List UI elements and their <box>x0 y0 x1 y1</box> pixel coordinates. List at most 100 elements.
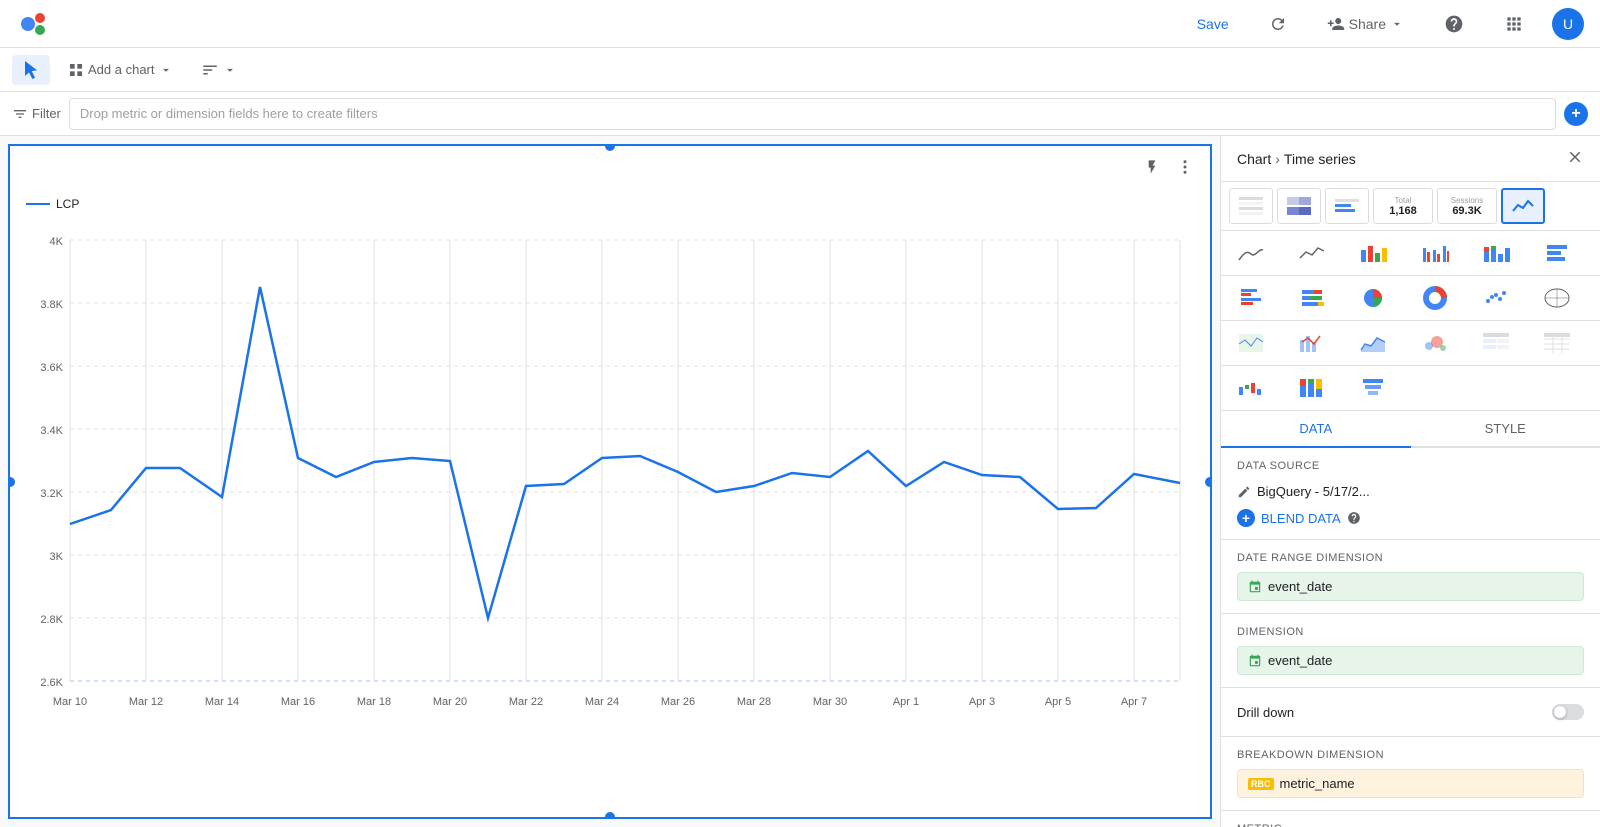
cursor-tool[interactable] <box>12 55 50 85</box>
ct-map[interactable] <box>1535 280 1579 316</box>
topbar: Save Share U <box>0 0 1600 48</box>
chart-type-row5 <box>1221 366 1600 411</box>
chart-more-button[interactable] <box>1172 154 1198 185</box>
breakdown-chip[interactable]: RBC metric_name <box>1237 769 1584 798</box>
ct-line2[interactable] <box>1290 235 1334 271</box>
data-source-label: Data source <box>1237 460 1584 472</box>
looker-studio-logo <box>16 6 52 42</box>
panel-header: Chart › Time series <box>1221 136 1600 182</box>
chart-type-row4 <box>1221 321 1600 366</box>
dimension-label: Dimension <box>1237 626 1584 638</box>
toggle-knob <box>1554 706 1566 718</box>
drill-down-label: Drill down <box>1237 705 1294 720</box>
drill-down-toggle[interactable] <box>1552 704 1584 720</box>
svg-text:Mar 26: Mar 26 <box>661 696 695 708</box>
chart-type-table-bar[interactable] <box>1325 188 1369 224</box>
svg-text:2.6K: 2.6K <box>40 677 63 689</box>
svg-text:Mar 18: Mar 18 <box>357 696 391 708</box>
ct-funnel[interactable] <box>1351 370 1395 406</box>
drill-down-row: Drill down <box>1237 700 1584 724</box>
rbc-badge: RBC <box>1248 778 1274 790</box>
right-panel: Chart › Time series Total 1,168 <box>1220 136 1600 827</box>
panel-tabs: DATA STYLE <box>1221 411 1600 448</box>
chart-type-scorecard-total[interactable]: Total 1,168 <box>1373 188 1433 224</box>
add-chart-button[interactable]: Add a chart <box>58 56 183 84</box>
breadcrumb-type: Time series <box>1284 151 1356 167</box>
ct-waterfall[interactable] <box>1229 370 1273 406</box>
apps-button[interactable] <box>1492 8 1536 40</box>
svg-text:3K: 3K <box>50 551 64 563</box>
toolbar: Add a chart <box>0 48 1600 92</box>
ct-h-grouped[interactable] <box>1229 280 1273 316</box>
svg-text:Mar 24: Mar 24 <box>585 696 619 708</box>
refresh-button[interactable] <box>1257 9 1299 39</box>
legend-label: LCP <box>56 197 79 211</box>
ct-bar[interactable] <box>1351 235 1395 271</box>
resize-handle-bottom[interactable] <box>605 812 615 819</box>
filter-label: Filter <box>12 106 61 122</box>
ct-table2[interactable] <box>1535 325 1579 361</box>
drill-down-section: Drill down <box>1221 688 1600 737</box>
dimension-section: Dimension event_date <box>1221 614 1600 688</box>
ct-geo[interactable] <box>1229 325 1273 361</box>
date-range-chip[interactable]: event_date <box>1237 572 1584 601</box>
date-range-section: Date Range Dimension event_date <box>1221 540 1600 614</box>
save-button[interactable]: Save <box>1185 10 1241 38</box>
tab-style[interactable]: STYLE <box>1411 411 1600 448</box>
datasource-row: BigQuery - 5/17/2... <box>1237 480 1584 503</box>
filter-drop-zone[interactable]: Drop metric or dimension fields here to … <box>69 98 1556 130</box>
svg-text:3.4K: 3.4K <box>40 425 63 437</box>
date-range-label: Date Range Dimension <box>1237 552 1584 564</box>
ct-bubble[interactable] <box>1413 325 1457 361</box>
add-chart-label: Add a chart <box>88 62 155 77</box>
controls-button[interactable] <box>191 55 247 85</box>
add-filter-button[interactable]: + <box>1564 102 1588 126</box>
ct-stacked-bar[interactable] <box>1474 235 1518 271</box>
ct-grouped-bar[interactable] <box>1413 235 1457 271</box>
ct-table-pivot[interactable] <box>1474 325 1518 361</box>
svg-text:Mar 16: Mar 16 <box>281 696 315 708</box>
chart-type-table-grouped[interactable] <box>1229 188 1273 224</box>
add-collaborator-button[interactable]: Share <box>1315 9 1416 39</box>
ct-scatter[interactable] <box>1474 280 1518 316</box>
chart-lightning-button[interactable] <box>1140 155 1164 184</box>
date-range-value: event_date <box>1268 579 1332 594</box>
data-source-section: Data source BigQuery - 5/17/2... + BLEND… <box>1221 448 1600 540</box>
ct-pie[interactable] <box>1351 280 1395 316</box>
ct-horizontal-bar[interactable] <box>1535 235 1579 271</box>
help-button[interactable] <box>1432 8 1476 40</box>
chart-type-table-heatmap[interactable] <box>1277 188 1321 224</box>
svg-text:Apr 7: Apr 7 <box>1121 696 1147 708</box>
ct-bar-line[interactable] <box>1290 325 1334 361</box>
ct-smooth-line[interactable] <box>1229 235 1273 271</box>
svg-text:Mar 22: Mar 22 <box>509 696 543 708</box>
ct-100-stacked[interactable] <box>1290 370 1334 406</box>
dimension-chip[interactable]: event_date <box>1237 646 1584 675</box>
svg-text:3.2K: 3.2K <box>40 488 63 500</box>
breakdown-section: Breakdown Dimension RBC metric_name <box>1221 737 1600 811</box>
metric-section: Metric SUM p75 <box>1221 811 1600 827</box>
chart-type-scorecard-sessions[interactable]: Sessions 69.3K <box>1437 188 1497 224</box>
avatar[interactable]: U <box>1552 8 1584 40</box>
chart-area: LCP 4K 3.8K 3.6K 3.4K 3.2K 3K 2.8K 2.6K <box>8 144 1212 819</box>
topbar-left <box>16 6 52 42</box>
resize-handle-right[interactable] <box>1205 477 1212 487</box>
svg-text:2.8K: 2.8K <box>40 614 63 626</box>
panel-close-button[interactable] <box>1566 148 1584 169</box>
svg-text:Mar 12: Mar 12 <box>129 696 163 708</box>
svg-text:Mar 20: Mar 20 <box>433 696 467 708</box>
ct-donut[interactable] <box>1413 280 1457 316</box>
panel-title: Chart › Time series <box>1237 151 1356 167</box>
blend-data-icon: + <box>1237 509 1255 527</box>
chart-type-header-row: Total 1,168 Sessions 69.3K <box>1221 182 1600 231</box>
dimension-value: event_date <box>1268 653 1332 668</box>
chart-type-timeseries-selected[interactable] <box>1501 188 1545 224</box>
ct-h-stacked[interactable] <box>1290 280 1334 316</box>
svg-text:Mar 28: Mar 28 <box>737 696 771 708</box>
ct-area[interactable] <box>1351 325 1395 361</box>
tab-data[interactable]: DATA <box>1221 411 1411 448</box>
svg-text:Apr 1: Apr 1 <box>893 696 919 708</box>
blend-data-label[interactable]: BLEND DATA <box>1261 511 1341 526</box>
svg-text:Mar 10: Mar 10 <box>53 696 87 708</box>
filterbar: Filter Drop metric or dimension fields h… <box>0 92 1600 136</box>
